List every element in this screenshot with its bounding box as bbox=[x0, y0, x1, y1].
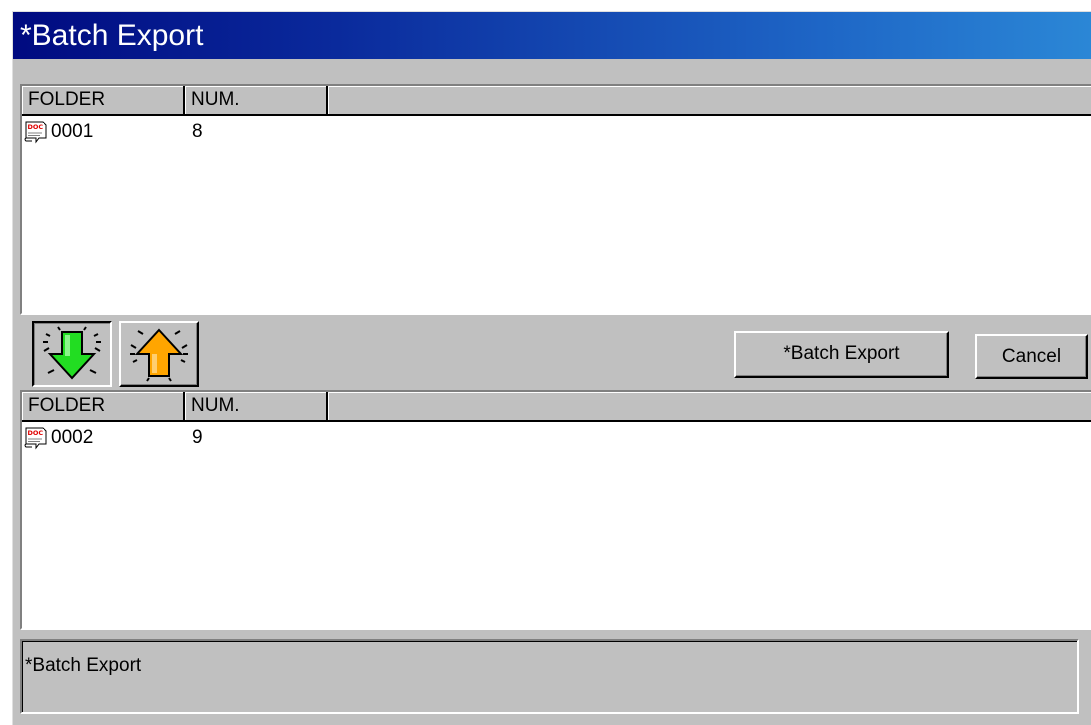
status-text: *Batch Export bbox=[25, 655, 142, 676]
column-header-filler bbox=[328, 392, 1091, 420]
title-bar[interactable]: *Batch Export bbox=[13, 12, 1091, 59]
folder-name: 0002 bbox=[51, 427, 94, 448]
green-down-arrow-icon bbox=[43, 326, 101, 380]
orange-up-arrow-icon bbox=[130, 328, 188, 382]
folder-count: 8 bbox=[192, 121, 203, 142]
doc-icon: DOC bbox=[24, 427, 47, 450]
doc-icon: DOC bbox=[24, 121, 47, 144]
list-header: FOLDER NUM. bbox=[22, 392, 1091, 422]
list-header: FOLDER NUM. bbox=[22, 86, 1091, 116]
batch-export-window: *Batch Export FOLDER NUM. DOC 0001 8 *Ba… bbox=[12, 11, 1091, 725]
folder-name: 0001 bbox=[51, 121, 94, 142]
move-down-button[interactable] bbox=[32, 321, 112, 387]
status-bar: *Batch Export bbox=[20, 639, 1079, 714]
batch-export-button[interactable]: *Batch Export bbox=[734, 331, 949, 378]
column-header-num[interactable]: NUM. bbox=[185, 392, 328, 420]
column-header-folder[interactable]: FOLDER bbox=[22, 86, 185, 114]
column-header-filler bbox=[328, 86, 1091, 114]
source-folder-list[interactable]: FOLDER NUM. DOC 0001 8 bbox=[20, 84, 1091, 315]
cancel-button[interactable]: Cancel bbox=[975, 334, 1088, 379]
list-item[interactable]: DOC 0001 8 bbox=[22, 118, 1091, 146]
move-up-button[interactable] bbox=[119, 321, 199, 387]
column-header-folder[interactable]: FOLDER bbox=[22, 392, 185, 420]
column-header-num[interactable]: NUM. bbox=[185, 86, 328, 114]
target-folder-list[interactable]: FOLDER NUM. DOC 0002 9 bbox=[20, 390, 1091, 630]
folder-count: 9 bbox=[192, 427, 203, 448]
list-item[interactable]: DOC 0002 9 bbox=[22, 424, 1091, 452]
window-title: *Batch Export bbox=[20, 19, 204, 52]
svg-text:DOC: DOC bbox=[28, 429, 44, 437]
svg-text:DOC: DOC bbox=[28, 123, 44, 131]
